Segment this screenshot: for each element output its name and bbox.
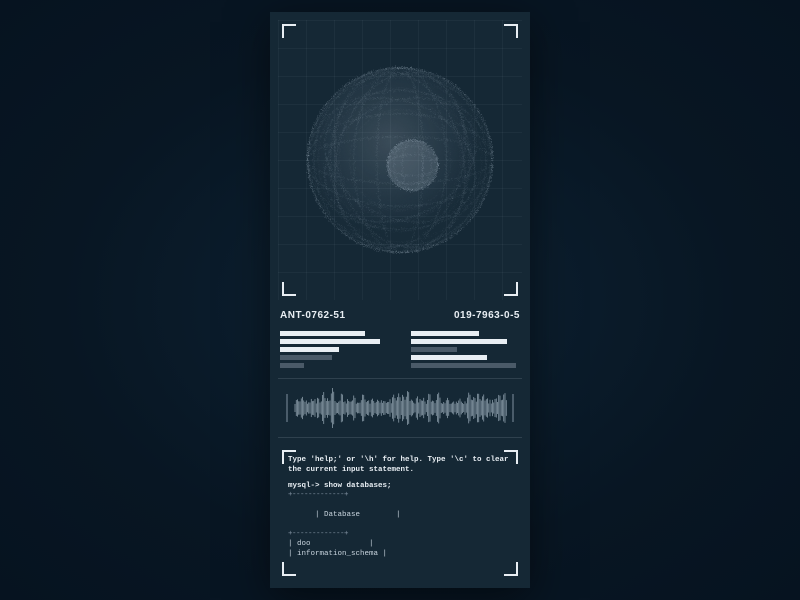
terminal-table-row: | information_schema | bbox=[288, 550, 512, 560]
corner-bracket-bottom-left bbox=[282, 282, 296, 296]
cell-sphere-wireframe bbox=[295, 55, 505, 265]
hud-panel: ANT-0762-51 019-7963-0-5 Type 'help;' or… bbox=[270, 12, 530, 588]
metrics-bars-left bbox=[280, 331, 389, 368]
terminal-table-row: | doo | bbox=[288, 540, 512, 550]
audio-waveform bbox=[285, 388, 515, 428]
specimen-id-right: 019-7963-0-5 bbox=[454, 310, 520, 321]
terminal-prompt-line: mysql-> show databases; bbox=[288, 482, 512, 492]
specimen-id-left: ANT-0762-51 bbox=[280, 310, 346, 321]
terminal-divider: +-------------+ bbox=[288, 530, 512, 540]
metric-bar bbox=[411, 363, 516, 368]
metric-bar bbox=[411, 331, 479, 336]
visualizer-frame bbox=[278, 20, 522, 300]
metric-bar bbox=[280, 347, 339, 352]
cell-nucleus bbox=[387, 140, 437, 190]
metric-bar bbox=[280, 363, 304, 368]
terminal-help-text: Type 'help;' or '\h' for help. Type '\c'… bbox=[288, 456, 512, 476]
metric-bar bbox=[280, 331, 365, 336]
waveform-box bbox=[278, 378, 522, 438]
metric-bar bbox=[411, 347, 457, 352]
terminal-divider: +-------------+ bbox=[288, 491, 512, 501]
metrics-bars-right bbox=[411, 331, 520, 368]
id-row: ANT-0762-51 019-7963-0-5 bbox=[278, 300, 522, 327]
terminal-output: Type 'help;' or '\h' for help. Type '\c'… bbox=[278, 446, 522, 580]
metric-bar bbox=[280, 355, 332, 360]
metrics-bar-section bbox=[278, 327, 522, 378]
corner-bracket-top-left bbox=[282, 24, 296, 38]
metric-bar bbox=[411, 339, 507, 344]
terminal-table-header: | Database | bbox=[288, 501, 512, 530]
corner-bracket-bottom-right bbox=[504, 562, 518, 576]
metric-bar bbox=[411, 355, 487, 360]
corner-bracket-top-right bbox=[504, 450, 518, 464]
corner-bracket-top-left bbox=[282, 450, 296, 464]
corner-bracket-bottom-left bbox=[282, 562, 296, 576]
metric-bar bbox=[280, 339, 380, 344]
corner-bracket-top-right bbox=[504, 24, 518, 38]
corner-bracket-bottom-right bbox=[504, 282, 518, 296]
